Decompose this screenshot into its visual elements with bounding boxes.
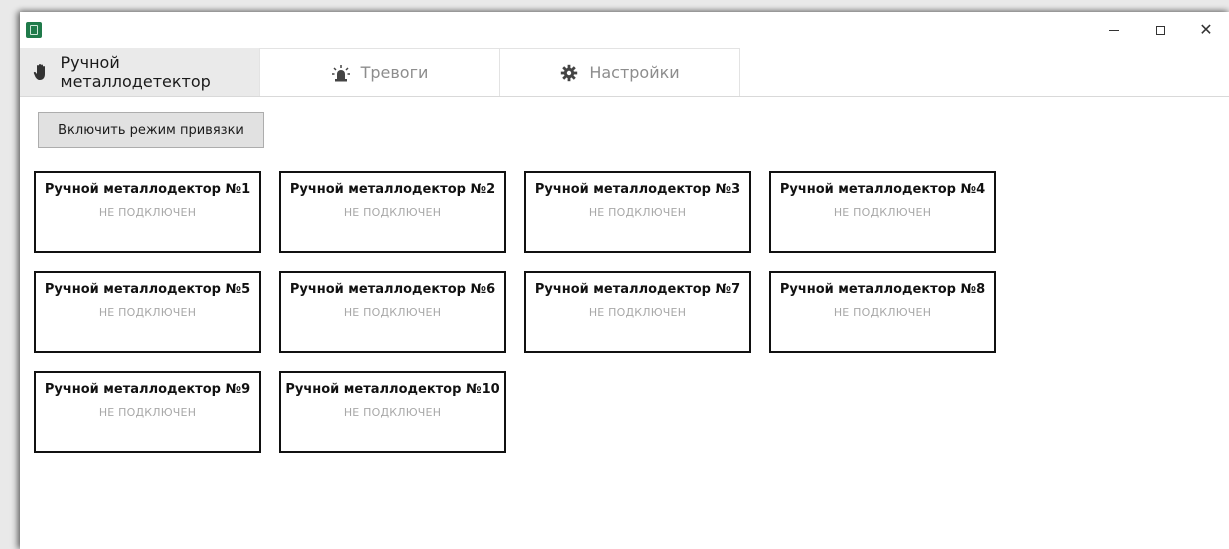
device-status: НЕ ПОДКЛЮЧЕН <box>98 206 197 219</box>
device-status: НЕ ПОДКЛЮЧЕН <box>833 306 932 319</box>
device-name: Ручной металлодектор №5 <box>44 282 251 297</box>
device-name: Ручной металлодектор №10 <box>285 382 500 397</box>
device-card[interactable]: Ручной металлодектор №1 НЕ ПОДКЛЮЧЕН <box>34 171 261 253</box>
tab-label: Ручной металлодетектор <box>60 53 211 91</box>
device-card[interactable]: Ручной металлодектор №9 НЕ ПОДКЛЮЧЕН <box>34 371 261 453</box>
device-name: Ручной металлодектор №9 <box>44 382 251 397</box>
device-card[interactable]: Ручной металлодектор №6 НЕ ПОДКЛЮЧЕН <box>279 271 506 353</box>
title-bar: ✕ <box>20 12 1229 48</box>
device-card[interactable]: Ручной металлодектор №10 НЕ ПОДКЛЮЧЕН <box>279 371 506 453</box>
minimize-button[interactable] <box>1091 12 1137 48</box>
device-name: Ручной металлодектор №4 <box>779 182 986 197</box>
close-button[interactable]: ✕ <box>1183 12 1229 48</box>
device-status: НЕ ПОДКЛЮЧЕН <box>343 206 442 219</box>
device-card[interactable]: Ручной металлодектор №5 НЕ ПОДКЛЮЧЕН <box>34 271 261 353</box>
minimize-icon <box>1109 29 1119 31</box>
tab-label: Тревоги <box>360 63 429 82</box>
close-icon: ✕ <box>1199 20 1213 39</box>
window-controls: ✕ <box>1091 12 1229 48</box>
device-card[interactable]: Ручной металлодектор №8 НЕ ПОДКЛЮЧЕН <box>769 271 996 353</box>
tab-settings[interactable]: Настройки <box>500 48 740 96</box>
tab-label: Настройки <box>589 63 680 82</box>
device-status: НЕ ПОДКЛЮЧЕН <box>98 406 197 419</box>
device-card[interactable]: Ручной металлодектор №4 НЕ ПОДКЛЮЧЕН <box>769 171 996 253</box>
device-status: НЕ ПОДКЛЮЧЕН <box>833 206 932 219</box>
device-status: НЕ ПОДКЛЮЧЕН <box>588 306 687 319</box>
enable-binding-mode-button[interactable]: Включить режим привязки <box>38 112 264 148</box>
device-card[interactable]: Ручной металлодектор №7 НЕ ПОДКЛЮЧЕН <box>524 271 751 353</box>
device-name: Ручной металлодектор №6 <box>289 282 496 297</box>
device-status: НЕ ПОДКЛЮЧЕН <box>98 306 197 319</box>
device-name: Ручной металлодектор №2 <box>289 182 496 197</box>
alarm-light-icon <box>331 63 351 83</box>
app-window: ✕ Ручной металлодетектор Тревоги Настрой… <box>20 12 1229 549</box>
maximize-icon <box>1155 25 1165 35</box>
tab-bar: Ручной металлодетектор Тревоги Настройки <box>20 48 1229 97</box>
device-name: Ручной металлодектор №7 <box>534 282 741 297</box>
gear-icon <box>559 63 579 83</box>
device-status: НЕ ПОДКЛЮЧЕН <box>343 306 442 319</box>
device-name: Ручной металлодектор №1 <box>44 182 251 197</box>
device-card[interactable]: Ручной металлодектор №2 НЕ ПОДКЛЮЧЕН <box>279 171 506 253</box>
tab-alarms[interactable]: Тревоги <box>260 48 500 96</box>
app-logo-icon <box>26 22 42 38</box>
hand-icon <box>32 62 51 82</box>
device-status: НЕ ПОДКЛЮЧЕН <box>343 406 442 419</box>
maximize-button[interactable] <box>1137 12 1183 48</box>
device-status: НЕ ПОДКЛЮЧЕН <box>588 206 687 219</box>
tab-handheld-detector[interactable]: Ручной металлодетектор <box>20 48 260 96</box>
device-grid: Ручной металлодектор №1 НЕ ПОДКЛЮЧЕН Руч… <box>34 171 996 453</box>
device-card[interactable]: Ручной металлодектор №3 НЕ ПОДКЛЮЧЕН <box>524 171 751 253</box>
device-name: Ручной металлодектор №8 <box>779 282 986 297</box>
device-name: Ручной металлодектор №3 <box>534 182 741 197</box>
